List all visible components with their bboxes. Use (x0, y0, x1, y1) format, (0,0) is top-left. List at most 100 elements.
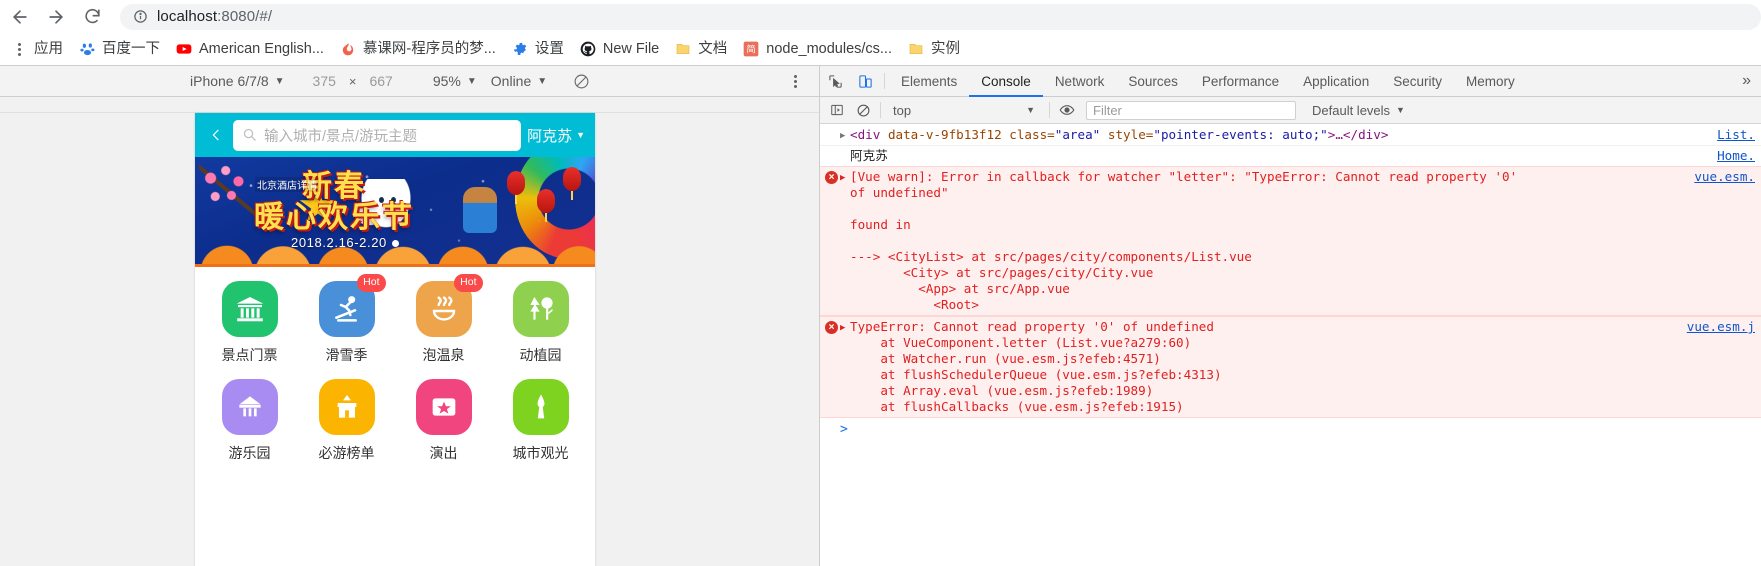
url-text: localhost:8080/#/ (157, 8, 272, 25)
tab-security[interactable]: Security (1381, 66, 1454, 96)
screenshot-root: localhost:8080/#/ 应用 百度一下 American Engli… (0, 0, 1761, 566)
disclosure-triangle-icon[interactable]: ▶ (840, 128, 845, 144)
execution-context-select[interactable]: top ▼ (885, 103, 1045, 118)
grid-item-ski[interactable]: Hot 滑雪季 (298, 274, 395, 365)
grid-item-city-sightseeing[interactable]: 城市观光 (492, 379, 589, 463)
console-message-list[interactable]: ▶ <div data-v-9fb13f12 class="area" styl… (820, 125, 1761, 566)
bookmark-node-modules[interactable]: 简 node_modules/cs... (735, 36, 900, 62)
grid-item-label: 游乐园 (228, 445, 271, 461)
tab-console[interactable]: Console (969, 66, 1043, 97)
chevron-down-icon: ▼ (537, 75, 548, 87)
reload-icon[interactable] (74, 3, 110, 31)
console-prompt[interactable]: > (820, 418, 1761, 440)
device-select-value: iPhone 6/7/8 (190, 73, 269, 89)
bookmark-settings[interactable]: 设置 (504, 36, 572, 62)
tab-application[interactable]: Application (1291, 66, 1381, 96)
dimension-separator: × (348, 73, 357, 89)
apps-grid-icon (11, 41, 27, 57)
bookmark-baidu[interactable]: 百度一下 (71, 36, 168, 62)
bookmark-american-english[interactable]: American English... (168, 36, 332, 62)
network-throttle-select[interactable]: Online ▼ (491, 73, 547, 89)
dom-tail: >…</div> (1327, 127, 1389, 142)
grid-item-tickets[interactable]: 景点门票 (201, 281, 298, 365)
grid-item-zoo-garden[interactable]: 动植园 (492, 281, 589, 365)
grid-item-amusement-park[interactable]: 游乐园 (201, 379, 298, 463)
dom-attr-3: style= (1107, 127, 1154, 142)
bookmark-new-file[interactable]: New File (572, 36, 667, 62)
url-host: localhost (157, 8, 218, 25)
device-viewport: 输入城市/景点/游玩主题 阿克苏 ▼ 新春 暖心欢乐节 北京酒店详情 景点门票 … (0, 97, 819, 566)
bookmark-label: 应用 (34, 40, 63, 57)
chevron-down-icon: ▼ (274, 75, 285, 87)
youtube-icon (176, 41, 192, 57)
tab-elements[interactable]: Elements (889, 66, 969, 96)
bookmark-imooc[interactable]: 慕课网-程序员的梦... (332, 36, 504, 62)
bookmark-docs-folder[interactable]: 文档 (667, 36, 735, 62)
console-row-error-vue-warn[interactable]: × ▶ [Vue warn]: Error in callback for wa… (820, 166, 1761, 316)
log-text: 阿克苏 (850, 148, 888, 163)
promo-banner[interactable]: 新春暖心欢乐节 北京酒店详情 2018.2.16-2.20 (195, 157, 595, 267)
chevron-right-icon[interactable]: » (1732, 66, 1761, 96)
bookmark-label: 实例 (931, 40, 960, 57)
grid-item-shows[interactable]: 演出 (395, 379, 492, 463)
icon-grid: 景点门票 Hot 滑雪季 Hot 泡温泉 动植园 游乐园 必游榜单 演出 城市观… (195, 267, 595, 463)
console-row-log[interactable]: 阿克苏 Home. (820, 146, 1761, 166)
hot-spring-icon: Hot (415, 274, 483, 337)
folder-icon (908, 41, 924, 57)
log-levels-select[interactable]: Default levels ▼ (1312, 103, 1405, 118)
disclosure-triangle-icon[interactable]: ▶ (840, 320, 845, 336)
toggle-device-toolbar-icon[interactable] (850, 66, 880, 96)
zoom-select[interactable]: 95% ▼ (433, 73, 477, 89)
github-icon (580, 41, 596, 57)
live-expression-icon[interactable] (1054, 102, 1080, 118)
banner-subtitle: 北京酒店详情 (255, 177, 319, 192)
console-row-dom-node[interactable]: ▶ <div data-v-9fb13f12 class="area" styl… (820, 125, 1761, 146)
tab-performance[interactable]: Performance (1190, 66, 1291, 96)
tab-sources[interactable]: Sources (1116, 66, 1190, 96)
console-sidebar-icon[interactable] (824, 103, 850, 117)
error-text: TypeError: Cannot read property '0' of u… (850, 319, 1222, 414)
tab-memory[interactable]: Memory (1454, 66, 1527, 96)
console-filter-input[interactable]: Filter (1086, 100, 1296, 120)
source-link[interactable]: vue.esm.j (1687, 319, 1755, 335)
bookmark-apps[interactable]: 应用 (3, 36, 71, 62)
no-throttling-icon[interactable] (573, 73, 590, 90)
phone-frame: 输入城市/景点/游玩主题 阿克苏 ▼ 新春 暖心欢乐节 北京酒店详情 景点门票 … (195, 113, 595, 566)
source-link[interactable]: List. (1717, 127, 1755, 143)
temple-icon (221, 281, 278, 337)
url-path: :8080/#/ (217, 8, 273, 25)
chevron-down-icon: ▼ (466, 75, 477, 87)
page-info-icon[interactable] (132, 9, 148, 25)
inspect-element-icon[interactable] (820, 66, 850, 96)
device-select[interactable]: iPhone 6/7/8 ▼ (190, 73, 285, 89)
back-icon[interactable] (2, 3, 38, 31)
folder-icon (675, 41, 691, 57)
forward-icon[interactable] (38, 3, 74, 31)
search-input[interactable]: 输入城市/景点/游玩主题 (233, 119, 522, 151)
console-row-error-typeerror[interactable]: × ▶ TypeError: Cannot read property '0' … (820, 316, 1761, 418)
grid-item-label: 景点门票 (221, 347, 278, 363)
source-link[interactable]: Home. (1717, 148, 1755, 164)
viewport-width-input[interactable]: 375 (313, 73, 336, 89)
more-options-icon[interactable] (794, 74, 797, 88)
tab-network[interactable]: Network (1043, 66, 1117, 96)
console-toolbar: top ▼ Filter Default levels ▼ (820, 97, 1761, 124)
viewport-height-input[interactable]: 667 (369, 73, 392, 89)
grid-item-hot-spring[interactable]: Hot 泡温泉 (395, 274, 492, 365)
address-bar[interactable]: localhost:8080/#/ (120, 3, 1761, 30)
grid-item-label: 泡温泉 (422, 347, 465, 363)
disclosure-triangle-icon[interactable]: ▶ (840, 170, 845, 186)
grid-item-must-visit-list[interactable]: 必游榜单 (298, 379, 395, 463)
clear-console-icon[interactable] (850, 103, 876, 118)
banner-pagination-dot[interactable] (391, 240, 399, 247)
chevron-down-icon: ▼ (1026, 105, 1035, 115)
device-toolbar: iPhone 6/7/8 ▼ 375 × 667 95% ▼ Online ▼ (0, 66, 819, 97)
bookmark-examples-folder[interactable]: 实例 (900, 36, 968, 62)
star-ticket-icon (415, 379, 472, 435)
log-levels-value: Default levels (1312, 102, 1391, 118)
bookmark-label: New File (602, 40, 660, 57)
chevron-left-icon[interactable] (199, 113, 233, 157)
dom-attr-2: class= (1009, 127, 1055, 142)
source-link[interactable]: vue.esm. (1694, 169, 1755, 185)
city-selector[interactable]: 阿克苏 ▼ (527, 125, 595, 146)
